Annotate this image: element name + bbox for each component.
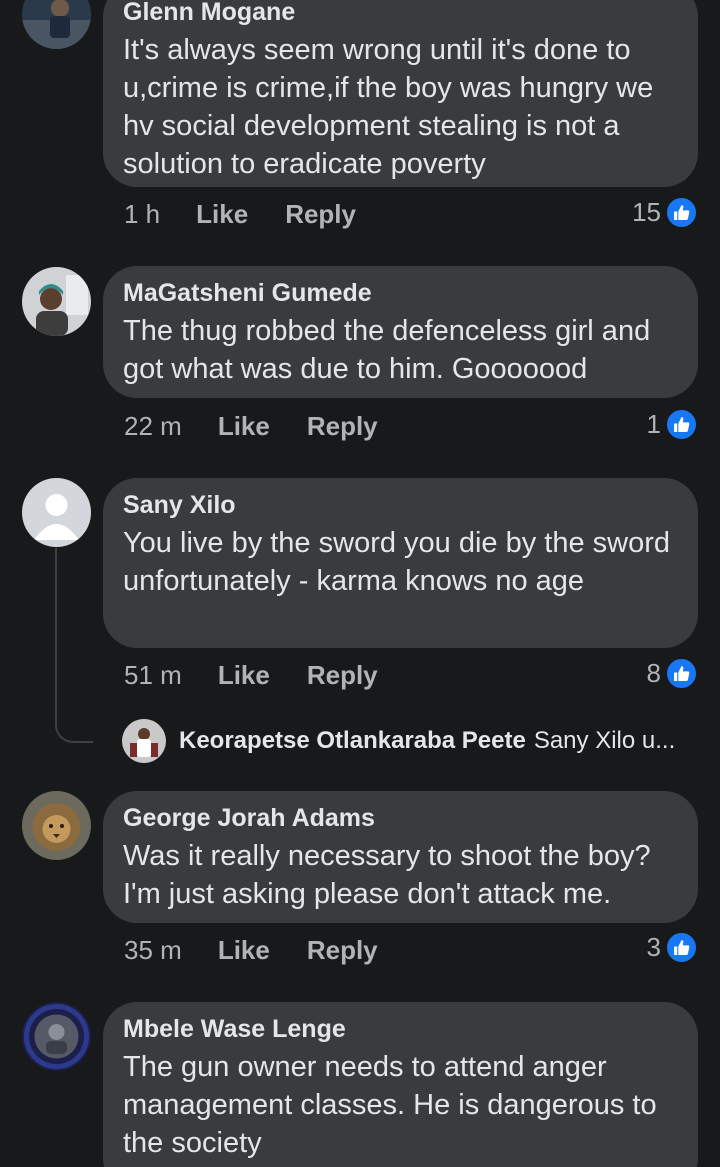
comment-text: It's always seem wrong until it's done t… (123, 34, 654, 180)
reply-preview[interactable]: Keorapetse Otlankaraba Peete Sany Xilo u… (122, 719, 675, 763)
reaction-count: 1 (646, 408, 661, 439)
reply-thread-line (55, 548, 93, 743)
reaction-summary[interactable]: 8 (646, 656, 698, 690)
comment-time[interactable]: 1 h (124, 199, 160, 230)
comment-author[interactable]: George Jorah Adams (123, 803, 678, 833)
default-silhouette-icon (22, 478, 91, 547)
comment-bubble: Glenn Mogane It's always seem wrong unti… (103, 0, 698, 187)
thumbs-up-icon (665, 407, 698, 441)
lion-icon (22, 791, 91, 860)
profile-frame-icon (22, 1002, 91, 1071)
reaction-count: 3 (646, 931, 661, 962)
comments-screen: Glenn Mogane It's always seem wrong unti… (0, 0, 720, 1167)
reply-author[interactable]: Keorapetse Otlankaraba Peete (179, 727, 526, 755)
person-photo-icon (22, 0, 91, 49)
like-button[interactable]: Like (218, 935, 270, 966)
reply-button[interactable]: Reply (307, 660, 378, 691)
avatar[interactable] (22, 0, 91, 49)
comment-bubble: MaGatsheni Gumede The thug robbed the de… (103, 266, 698, 398)
avatar[interactable] (122, 719, 166, 763)
reaction-summary[interactable]: 15 (632, 195, 698, 229)
comment-time[interactable]: 22 m (124, 411, 182, 442)
comment-text: The gun owner needs to attend anger mana… (123, 1051, 657, 1159)
comment-bubble: Mbele Wase Lenge The gun owner needs to … (103, 1002, 698, 1167)
person-photo-icon (22, 267, 91, 336)
reaction-count: 15 (632, 196, 661, 227)
comment-author[interactable]: Sany Xilo (123, 490, 678, 520)
thumbs-up-icon (665, 195, 698, 229)
comment-author[interactable]: MaGatsheni Gumede (123, 278, 678, 308)
comment-text: You live by the sword you die by the swo… (123, 527, 671, 597)
comment-text: The thug robbed the defenceless girl and… (123, 315, 651, 385)
reaction-count: 8 (646, 657, 661, 688)
reply-button[interactable]: Reply (307, 935, 378, 966)
person-photo-icon (122, 719, 166, 763)
comment-time[interactable]: 35 m (124, 935, 182, 966)
comment-actions: 1 h Like Reply (124, 198, 393, 230)
like-button[interactable]: Like (218, 411, 270, 442)
avatar[interactable] (22, 267, 91, 336)
reply-snippet: Sany Xilo u... (533, 727, 676, 754)
comment-time[interactable]: 51 m (124, 660, 182, 691)
comment-text: Was it really necessary to shoot the boy… (123, 840, 651, 910)
comment-actions: 51 m Like Reply (124, 659, 415, 691)
reply-button[interactable]: Reply (307, 411, 378, 442)
thumbs-up-icon (665, 656, 698, 690)
comment-author[interactable]: Mbele Wase Lenge (123, 1014, 678, 1044)
avatar[interactable] (22, 478, 91, 547)
comment-actions: 22 m Like Reply (124, 410, 415, 442)
reaction-summary[interactable]: 1 (646, 407, 698, 441)
reply-button[interactable]: Reply (285, 199, 356, 230)
comment-author[interactable]: Glenn Mogane (123, 0, 678, 27)
avatar[interactable] (22, 791, 91, 860)
like-button[interactable]: Like (218, 660, 270, 691)
comment-bubble: George Jorah Adams Was it really necessa… (103, 791, 698, 923)
comment-actions: 35 m Like Reply (124, 934, 415, 966)
reaction-summary[interactable]: 3 (646, 930, 698, 964)
like-button[interactable]: Like (196, 199, 248, 230)
comment-bubble: Sany Xilo You live by the sword you die … (103, 478, 698, 648)
thumbs-up-icon (665, 930, 698, 964)
avatar[interactable] (22, 1002, 91, 1071)
